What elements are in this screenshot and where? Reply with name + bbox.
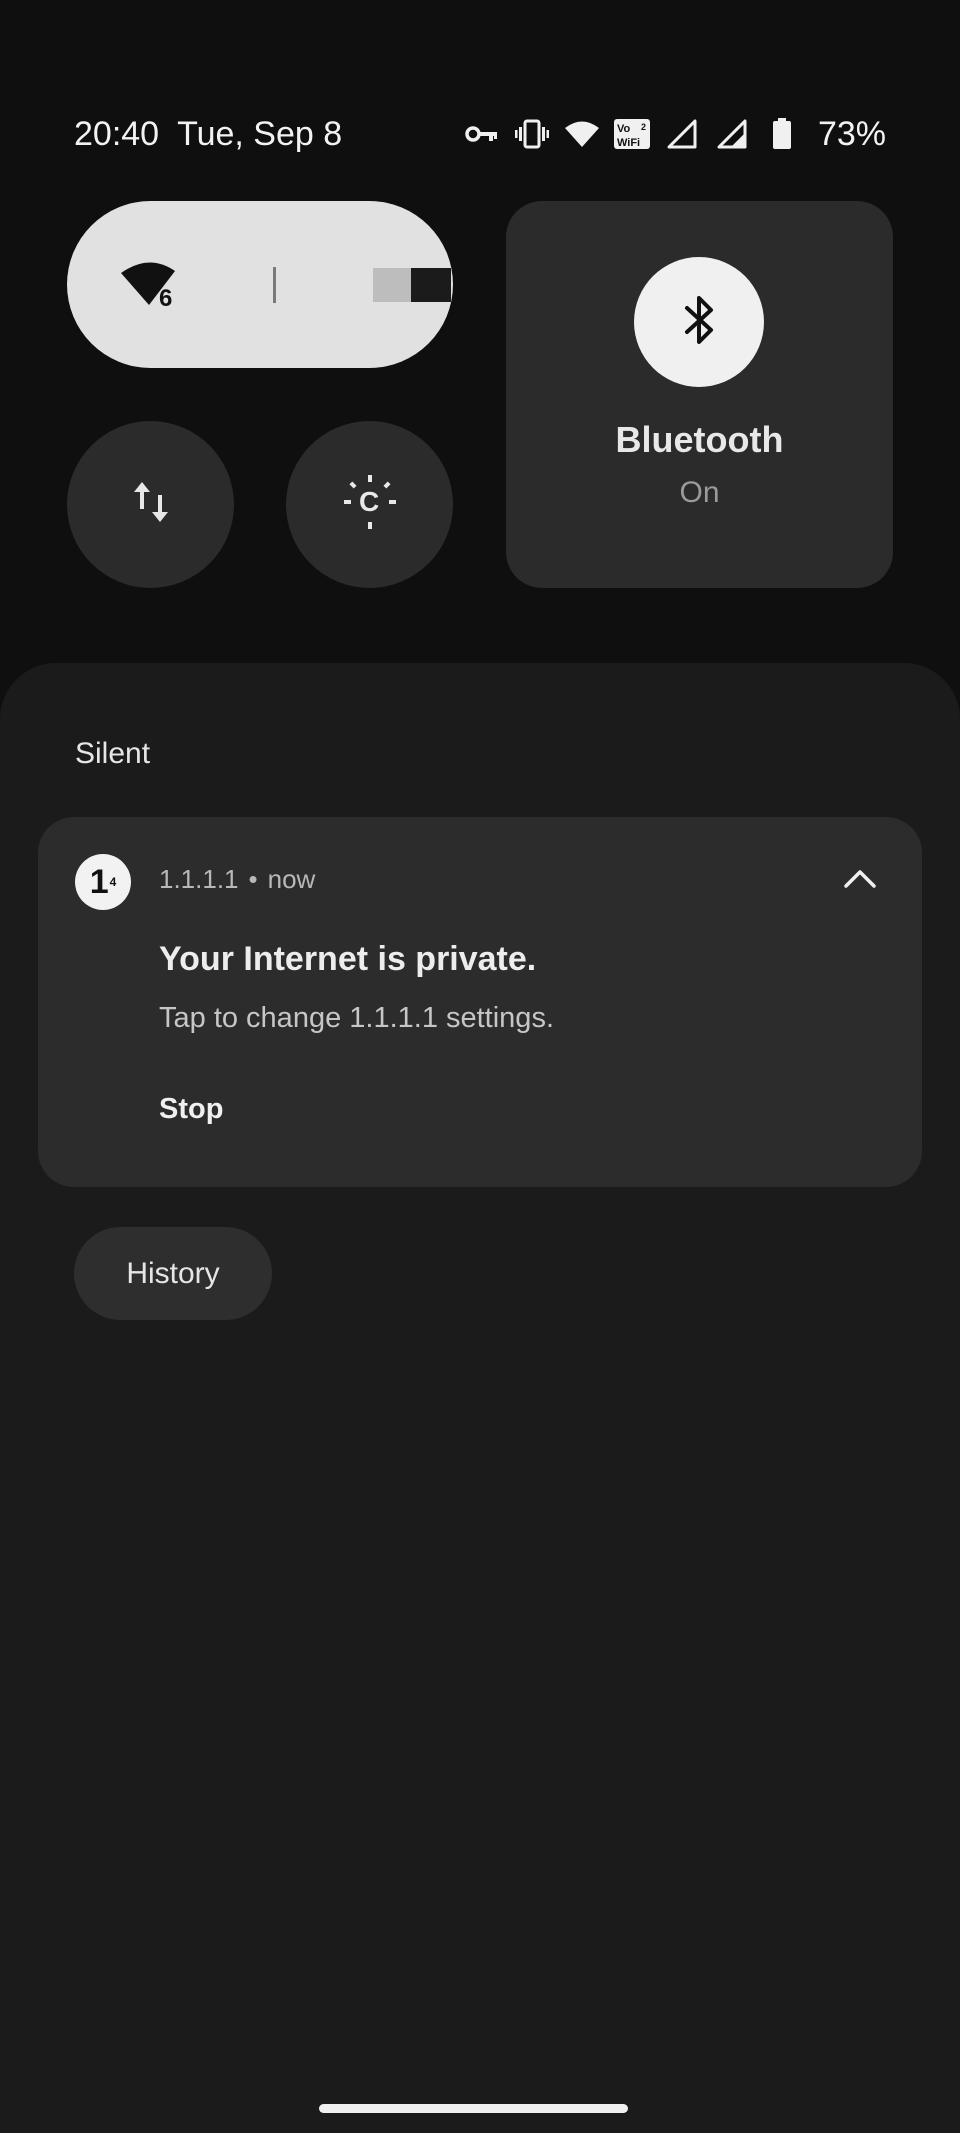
section-title-silent: Silent [75,737,151,770]
notification-card[interactable]: 14 1.1.1.1 • now Your Internet is privat… [38,817,922,1187]
history-button[interactable]: History [74,1227,272,1320]
notification-separator: • [248,864,258,894]
notification-title: Your Internet is private. [159,940,537,978]
svg-text:C: C [359,486,379,517]
screen-cast-tile[interactable]: C [286,421,453,588]
wifi-toggle-track [373,268,411,302]
mobile-data-tile[interactable] [67,421,234,588]
notification-shade-screen: 20:40 Tue, Sep 8 Vo WiFi 2 73% 6 C Bluet… [0,0,960,2133]
wifi-6-icon: 6 [119,259,189,312]
bluetooth-tile[interactable]: Bluetooth On [506,201,893,588]
bluetooth-label: Bluetooth [615,419,784,460]
stop-button[interactable]: Stop [159,1093,223,1126]
wifi-tile[interactable]: 6 [67,201,453,368]
wifi-version-label: 6 [159,285,172,311]
collapse-chevron-up-icon[interactable] [842,861,878,897]
bluetooth-icon-circle [634,257,764,387]
wifi-toggle[interactable] [373,268,451,302]
bluetooth-icon [681,294,717,351]
screen-cast-icon: C [343,475,396,534]
home-indicator[interactable] [319,2104,628,2113]
notification-panel: Silent 14 1.1.1.1 • now Your Internet is… [0,663,960,2133]
app-icon-text: 1 [89,863,109,901]
notification-text: Tap to change 1.1.1.1 settings. [159,1002,554,1034]
bluetooth-status: On [679,476,720,509]
app-icon-superscript: 4 [109,875,117,889]
app-1111-icon: 14 [75,854,131,910]
notification-header: 1.1.1.1 • now [159,864,315,895]
quick-settings: 6 C Bluetooth On [0,0,960,660]
notification-time: now [267,864,316,894]
wifi-toggle-thumb [411,268,451,302]
notification-app-name: 1.1.1.1 [159,864,239,894]
mobile-data-icon [131,479,171,530]
wifi-tile-divider [273,267,276,303]
